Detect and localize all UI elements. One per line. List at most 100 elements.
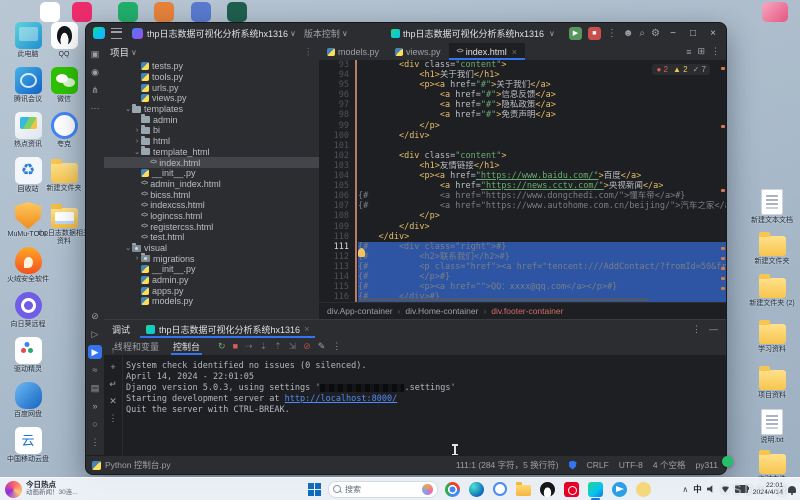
user-account-icon[interactable]: ☻ bbox=[623, 27, 634, 40]
pull-requests-tool-icon[interactable]: ⋔ bbox=[88, 83, 102, 97]
tree-item[interactable]: ›bi bbox=[104, 125, 319, 136]
project-tool-icon[interactable]: ▣ bbox=[88, 47, 102, 61]
problems-tool-icon[interactable]: ⊘ bbox=[88, 309, 102, 323]
maximize-button[interactable]: □ bbox=[686, 28, 700, 39]
desktop-icon[interactable]: 新建文件夹 (2) bbox=[743, 272, 800, 308]
code-line[interactable]: 97 <a href="#">隐私政策</a> bbox=[319, 100, 726, 110]
mute-breakpoints-icon[interactable]: ⊘ bbox=[303, 341, 311, 352]
close-tab-icon[interactable]: × bbox=[512, 47, 517, 57]
code-line[interactable]: 101 bbox=[319, 141, 726, 151]
step-over-icon[interactable]: ⇢ bbox=[245, 341, 253, 352]
caret-position[interactable]: 111:1 (284 字符，5 换行符) bbox=[456, 459, 559, 471]
code-line[interactable]: 112{# <h2>联系我们</h2>#} bbox=[319, 252, 726, 262]
red-taskbar-icon[interactable] bbox=[564, 482, 579, 497]
rerun-icon[interactable]: ↻ bbox=[218, 341, 226, 352]
horizontal-scrollbar[interactable] bbox=[359, 298, 649, 301]
code-line[interactable]: 111{# <div class="right">#} bbox=[319, 242, 726, 252]
more-bottom-tools-icon[interactable]: ⋮ bbox=[88, 435, 102, 449]
run-to-cursor-icon[interactable]: ⇲ bbox=[289, 341, 297, 352]
tree-item[interactable]: ⌄templates bbox=[104, 104, 319, 115]
code-line[interactable]: 98 <a href="#">免责声明</a> bbox=[319, 110, 726, 120]
tree-item[interactable]: <>bicss.html bbox=[104, 189, 319, 200]
tree-item[interactable]: admin.py bbox=[104, 275, 319, 286]
clear-icon[interactable]: ✕ bbox=[106, 394, 120, 408]
code-line[interactable]: 108 </p> bbox=[319, 211, 726, 221]
intention-bulb-icon[interactable] bbox=[358, 248, 365, 257]
code-line[interactable]: 114{# </p>#} bbox=[319, 272, 726, 282]
tree-item[interactable]: ⌄visual bbox=[104, 243, 319, 254]
desktop-icon[interactable]: 中国移动云盘 bbox=[0, 427, 57, 464]
tree-item[interactable]: ⌄template_html bbox=[104, 147, 319, 158]
plane-taskbar-icon[interactable] bbox=[612, 482, 627, 497]
green-app-icon[interactable] bbox=[118, 2, 138, 22]
edge-taskbar-icon[interactable] bbox=[469, 482, 484, 497]
color-app-icon[interactable] bbox=[191, 2, 211, 22]
python-console-tool-icon[interactable]: » bbox=[88, 399, 102, 413]
minimize-button[interactable]: − bbox=[666, 28, 680, 39]
search-everywhere-icon[interactable]: ⌕ bbox=[639, 27, 645, 40]
hide-panel-icon[interactable]: — bbox=[709, 324, 718, 335]
file-encoding[interactable]: UTF-8 bbox=[619, 460, 643, 470]
line-separator[interactable]: CRLF bbox=[587, 460, 609, 470]
python-interpreter[interactable]: py311 bbox=[695, 460, 718, 470]
code-line[interactable]: 96 <a href="#">信息反馈</a> bbox=[319, 90, 726, 100]
more-actions-icon[interactable]: ⋮ bbox=[332, 341, 341, 352]
debug-tab-console[interactable]: 控制台 bbox=[171, 338, 202, 355]
more-tools-icon[interactable]: ⋯ bbox=[88, 101, 102, 115]
tree-item[interactable]: tools.py bbox=[104, 72, 319, 83]
soft-wrap-icon[interactable]: ↵ bbox=[106, 377, 120, 391]
services-tool-icon[interactable]: ≈ bbox=[88, 363, 102, 377]
code-line[interactable]: 95 <p><a href="#">关于我们</a> bbox=[319, 80, 726, 90]
tree-item[interactable]: <>logincss.html bbox=[104, 211, 319, 222]
code-line[interactable]: 110 </div> bbox=[319, 232, 726, 242]
news-widget[interactable]: 今日热点 动画新闻！30连... bbox=[5, 481, 78, 498]
add-icon[interactable]: + bbox=[106, 360, 120, 374]
console-output[interactable]: System check identified no issues (0 sil… bbox=[122, 355, 726, 457]
start-button[interactable] bbox=[308, 483, 321, 496]
circle-taskbar-icon[interactable] bbox=[493, 482, 507, 496]
breadcrumb-item[interactable]: div.App-container bbox=[327, 306, 393, 316]
hidden-icons-chevron[interactable]: ∧ bbox=[682, 485, 688, 494]
main-menu-icon[interactable] bbox=[111, 28, 122, 39]
code-line[interactable]: 113{# <p class="href"><a href="tencent:/… bbox=[319, 262, 726, 272]
code-line[interactable]: 93 <div class="content"> bbox=[319, 60, 726, 70]
desktop-icon[interactable]: 项目资料 bbox=[743, 364, 800, 400]
protection-shield-icon[interactable] bbox=[569, 461, 577, 470]
step-into-icon[interactable]: ⇣ bbox=[260, 341, 268, 352]
yellow-taskbar-icon[interactable] bbox=[636, 482, 651, 497]
history-tool-icon[interactable]: ○ bbox=[88, 417, 102, 431]
vcs-menu[interactable]: 版本控制 bbox=[304, 27, 340, 40]
tree-item[interactable]: apps.py bbox=[104, 285, 319, 296]
project-selector[interactable]: thp日志数据可视化分析系统hx1316 bbox=[132, 27, 288, 40]
volume-icon[interactable] bbox=[707, 485, 716, 494]
tree-item[interactable]: ›html bbox=[104, 136, 319, 147]
code-line[interactable]: 107{# <a href="https://www.autohome.com.… bbox=[319, 201, 726, 211]
notifications-bell-icon[interactable] bbox=[788, 486, 796, 493]
desktop-icon[interactable]: 新建文件夹 bbox=[743, 230, 800, 266]
breadcrumb-item[interactable]: div.Home-container bbox=[405, 306, 478, 316]
picture-thumbnail-icon[interactable] bbox=[762, 2, 788, 22]
code-line[interactable]: 103 <h1>友情链接</h1> bbox=[319, 161, 726, 171]
qq-taskbar-icon[interactable] bbox=[540, 482, 555, 497]
folder-taskbar-icon[interactable] bbox=[516, 485, 531, 496]
ime-indicator[interactable]: 中 bbox=[693, 483, 702, 495]
taskbar-search[interactable]: 搜索 bbox=[328, 481, 438, 498]
stop-icon[interactable]: ■ bbox=[233, 341, 238, 352]
tree-item[interactable]: tests.py bbox=[104, 61, 319, 72]
panel-more-icon[interactable]: ⋮ bbox=[692, 324, 701, 335]
tab-options-icon[interactable]: ⋮ bbox=[711, 46, 720, 57]
run-tool-icon[interactable]: ▷ bbox=[88, 327, 102, 341]
tree-item[interactable]: views.py bbox=[104, 93, 319, 104]
more-actions-icon[interactable]: ⋮ bbox=[607, 27, 617, 40]
console-more-icon[interactable]: ⋮ bbox=[106, 411, 120, 425]
editor-tab[interactable]: models.py bbox=[319, 43, 387, 60]
stop-button[interactable]: ■ bbox=[588, 27, 601, 40]
tree-item[interactable]: <>registercss.html bbox=[104, 221, 319, 232]
breadcrumb-item[interactable]: div.footer-container bbox=[491, 306, 563, 316]
code-line[interactable]: 104 <p><a href="https://www.baidu.com/">… bbox=[319, 171, 726, 181]
network-icon[interactable] bbox=[721, 486, 730, 493]
qq-shortcut-icon[interactable] bbox=[40, 2, 60, 22]
close-session-icon[interactable]: × bbox=[304, 324, 309, 334]
debug-session-tab[interactable]: thp日志数据可视化分析系统hx1316 × bbox=[140, 320, 315, 338]
commit-tool-icon[interactable]: ◉ bbox=[88, 65, 102, 79]
